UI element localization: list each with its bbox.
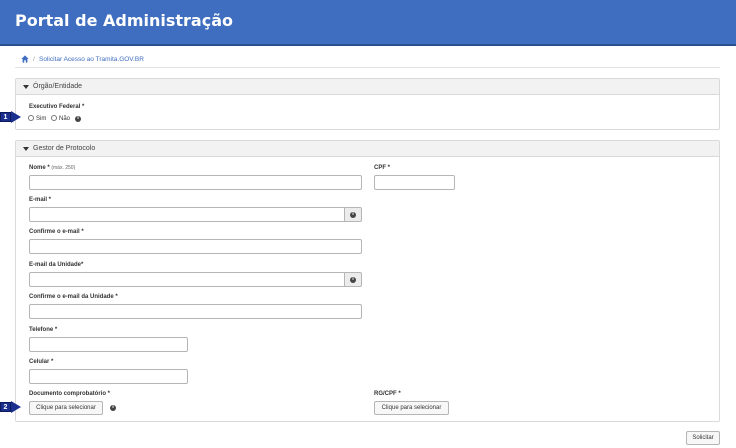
- breadcrumb-separator: /: [33, 56, 35, 63]
- arrow-right-icon: [11, 111, 21, 123]
- app-header: Portal de Administração: [0, 0, 736, 46]
- radio-nao[interactable]: Não: [51, 115, 70, 122]
- confirme-email-unidade-label: Confirme o e-mail da Unidade *: [29, 294, 118, 300]
- celular-input[interactable]: [29, 369, 188, 384]
- caret-down-icon: [23, 85, 29, 89]
- rgcpf-label: RG/CPF *: [374, 391, 401, 397]
- rgcpf-select-button[interactable]: Clique para selecionar: [374, 401, 449, 415]
- executivo-federal-label: Executivo Federal *: [29, 104, 85, 110]
- nome-hint: (máx. 250): [51, 165, 76, 171]
- page-title: Portal de Administração: [15, 11, 233, 30]
- cpf-input[interactable]: [374, 175, 455, 190]
- telefone-input[interactable]: [29, 337, 188, 352]
- home-icon[interactable]: [21, 55, 29, 63]
- radio-sim-label: Sim: [36, 116, 47, 122]
- radio-sim[interactable]: Sim: [28, 115, 46, 122]
- breadcrumb-link[interactable]: Solicitar Acesso ao Tramita.GOV.BR: [39, 56, 144, 63]
- celular-label: Celular *: [29, 359, 54, 365]
- arrow-right-icon: [11, 401, 21, 413]
- info-icon[interactable]: i: [110, 405, 116, 411]
- nome-input[interactable]: [29, 175, 362, 190]
- telefone-label: Telefone *: [29, 327, 58, 333]
- step-marker-2-number: 2: [0, 402, 11, 412]
- nome-label: Nome * (máx. 250): [29, 165, 75, 171]
- gestor-panel-title: Gestor de Protocolo: [33, 145, 96, 152]
- breadcrumb: / Solicitar Acesso ao Tramita.GOV.BR: [15, 54, 720, 68]
- email-unidade-label: E-mail da Unidade*: [29, 262, 84, 268]
- cpf-label: CPF *: [374, 165, 391, 171]
- orgao-panel-title: Órgão/Entidade: [33, 83, 83, 90]
- info-icon: i: [350, 277, 356, 283]
- email-unidade-info-addon[interactable]: i: [345, 272, 362, 287]
- info-icon: i: [350, 212, 356, 218]
- documento-select-button[interactable]: Clique para selecionar: [29, 401, 103, 415]
- email-label: E-mail *: [29, 197, 52, 203]
- email-info-addon[interactable]: i: [345, 207, 362, 222]
- radio-sim-circle[interactable]: [28, 115, 34, 121]
- step-marker-1-number: 1: [0, 112, 11, 122]
- gestor-panel: Gestor de Protocolo Nome * (máx. 250) CP…: [15, 140, 720, 422]
- solicitar-button[interactable]: Solicitar: [686, 431, 720, 445]
- confirme-email-label: Confirme o e-mail *: [29, 229, 84, 235]
- info-icon[interactable]: i: [75, 116, 81, 122]
- email-input[interactable]: [29, 207, 345, 222]
- email-unidade-input[interactable]: [29, 272, 345, 287]
- radio-nao-label: Não: [59, 116, 71, 122]
- nome-label-text: Nome *: [29, 165, 50, 171]
- documento-label: Documento comprobatório *: [29, 391, 111, 397]
- confirme-email-input[interactable]: [29, 239, 362, 254]
- confirme-email-unidade-input[interactable]: [29, 304, 362, 319]
- orgao-panel: Órgão/Entidade Executivo Federal * Sim N…: [15, 78, 720, 130]
- caret-down-icon: [23, 147, 29, 151]
- gestor-panel-header[interactable]: Gestor de Protocolo: [16, 141, 719, 157]
- orgao-panel-header[interactable]: Órgão/Entidade: [16, 79, 719, 95]
- radio-nao-circle[interactable]: [51, 115, 57, 121]
